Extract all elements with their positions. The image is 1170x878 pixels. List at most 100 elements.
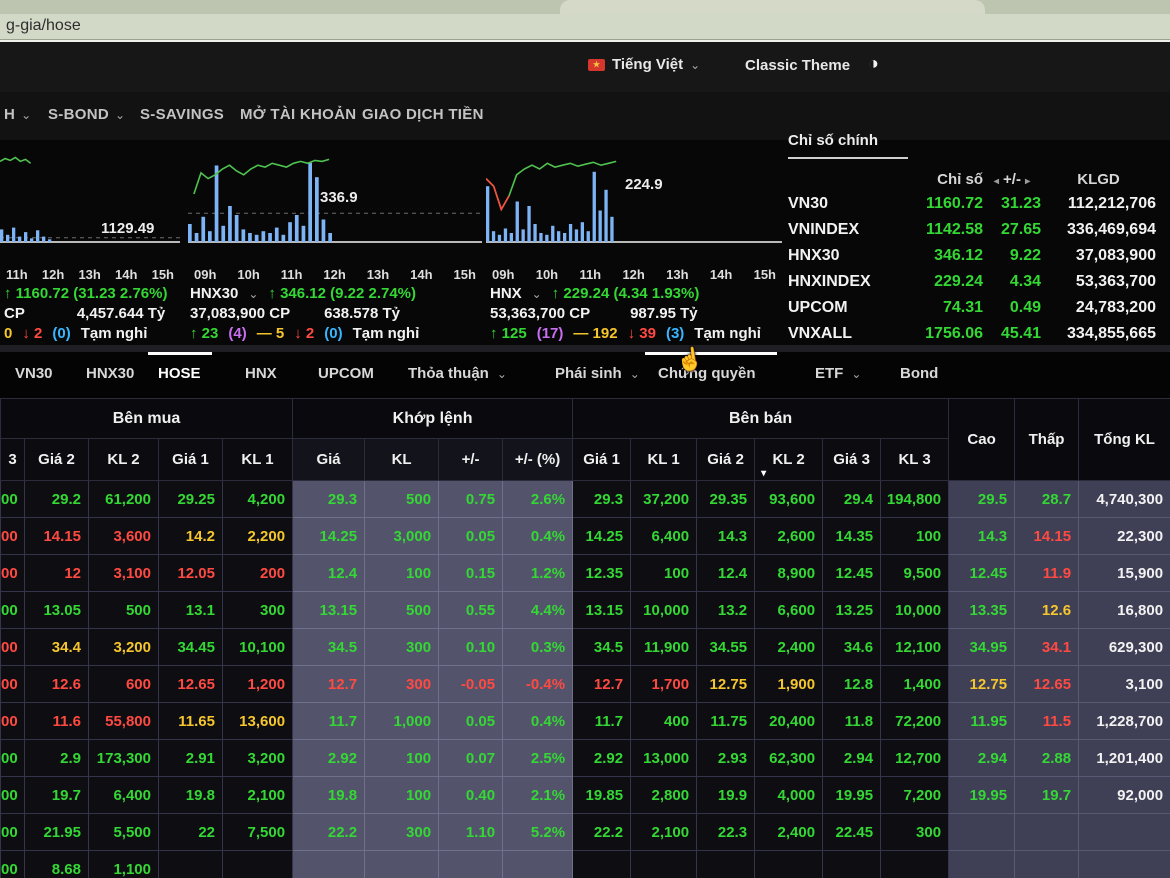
board-cell[interactable]: 2,400	[755, 814, 823, 851]
board-cell[interactable]: 14.3	[949, 518, 1015, 555]
board-cell[interactable]: 0.3%	[503, 629, 573, 666]
board-cell[interactable]: 629,300	[1079, 629, 1170, 666]
board-cell[interactable]: 0.15	[439, 555, 503, 592]
board-cell[interactable]: 12,100	[881, 629, 949, 666]
board-cell[interactable]: 14.3	[697, 518, 755, 555]
board-cell[interactable]	[755, 851, 823, 878]
tab-phái-sinh[interactable]: Phái sinh⌄	[555, 365, 640, 382]
board-cell[interactable]: 1,900	[755, 666, 823, 703]
board-cell[interactable]: 14.2	[159, 518, 223, 555]
board-cell[interactable]: 12.6	[25, 666, 89, 703]
board-cell[interactable]: 37,200	[631, 481, 697, 518]
board-cell[interactable]: 12.45	[949, 555, 1015, 592]
board-cell[interactable]: 3,200	[223, 740, 293, 777]
col-header-1[interactable]: Giá 2	[25, 439, 89, 481]
board-cell[interactable]: 16,800	[1079, 592, 1170, 629]
board-cell[interactable]: 22	[159, 814, 223, 851]
board-cell[interactable]: 34.45	[159, 629, 223, 666]
table-row[interactable]: 0013.0550013.130013.155000.554.4%13.1510…	[1, 592, 1170, 629]
board-cell[interactable]: 2.5%	[503, 740, 573, 777]
board-cell[interactable]: 2,200	[223, 518, 293, 555]
board-cell[interactable]: 22.2	[293, 814, 365, 851]
index-row-vn30[interactable]: VN301160.7231.23112,212,7064	[788, 191, 1170, 217]
index-row-hnxindex[interactable]: HNXINDEX229.244.3453,363,700	[788, 269, 1170, 295]
board-cell[interactable]: 2.92	[573, 740, 631, 777]
board-cell[interactable]: 500	[365, 592, 439, 629]
tab-vn30[interactable]: VN30	[15, 365, 53, 382]
board-cell[interactable]: 19.95	[949, 777, 1015, 814]
board-cell[interactable]: 200	[223, 555, 293, 592]
board-cell[interactable]: 400	[631, 703, 697, 740]
board-cell[interactable]: 10,100	[223, 629, 293, 666]
board-cell[interactable]: 7,500	[223, 814, 293, 851]
board-cell[interactable]: 28.7	[1015, 481, 1079, 518]
board-cell[interactable]: 0.07	[439, 740, 503, 777]
table-row[interactable]: 0029.261,20029.254,20029.35000.752.6%29.…	[1, 481, 1170, 518]
board-cell[interactable]: 12.65	[1015, 666, 1079, 703]
board-cell[interactable]: 10,000	[881, 592, 949, 629]
board-cell[interactable]: 4.4%	[503, 592, 573, 629]
board-cell[interactable]	[159, 851, 223, 878]
board-cell[interactable]: 12.75	[949, 666, 1015, 703]
board-cell[interactable]: 00	[1, 592, 25, 629]
board-cell[interactable]: 00	[1, 740, 25, 777]
board-cell[interactable]: 72,200	[881, 703, 949, 740]
board-cell[interactable]	[1079, 814, 1170, 851]
tab-chứng-quyền[interactable]: Chứng quyền	[658, 365, 756, 382]
board-cell[interactable]: 00	[1, 814, 25, 851]
board-cell[interactable]	[1079, 851, 1170, 878]
board-cell[interactable]: 2.6%	[503, 481, 573, 518]
board-cell[interactable]	[503, 851, 573, 878]
board-cell[interactable]: 34.4	[25, 629, 89, 666]
nav-item-0[interactable]: H⌄	[4, 106, 32, 123]
board-cell[interactable]: 2.1%	[503, 777, 573, 814]
board-cell[interactable]: 62,300	[755, 740, 823, 777]
board-cell[interactable]: 12.6	[1015, 592, 1079, 629]
board-cell[interactable]: 11.65	[159, 703, 223, 740]
board-cell[interactable]: 100	[365, 777, 439, 814]
board-cell[interactable]: 2,400	[755, 629, 823, 666]
col-header-6[interactable]: KL	[365, 439, 439, 481]
board-cell[interactable]: 3,100	[89, 555, 159, 592]
board-cell[interactable]: 11.7	[573, 703, 631, 740]
board-cell[interactable]: 21.95	[25, 814, 89, 851]
board-cell[interactable]: 0.05	[439, 518, 503, 555]
board-cell[interactable]: 12.4	[293, 555, 365, 592]
board-cell[interactable]: 2.9	[25, 740, 89, 777]
board-cell[interactable]: 11.5	[1015, 703, 1079, 740]
board-cell[interactable]: 100	[365, 740, 439, 777]
board-cell[interactable]: 61,200	[89, 481, 159, 518]
summary-index-selector[interactable]: HNX30⌄	[190, 285, 258, 302]
index-row-upcom[interactable]: UPCOM74.310.4924,783,200	[788, 295, 1170, 321]
board-cell[interactable]: 00	[1, 703, 25, 740]
board-cell[interactable]: 22.3	[697, 814, 755, 851]
board-cell[interactable]	[439, 851, 503, 878]
board-cell[interactable]: 0.4%	[503, 518, 573, 555]
url-bar[interactable]: g-gia/hose	[0, 14, 1170, 40]
board-cell[interactable]: 19.85	[573, 777, 631, 814]
board-cell[interactable]: 1,000	[365, 703, 439, 740]
board-cell[interactable]: 1,400	[881, 666, 949, 703]
board-cell[interactable]	[949, 814, 1015, 851]
board-cell[interactable]: 1,100	[89, 851, 159, 878]
board-cell[interactable]: 13.25	[823, 592, 881, 629]
board-cell[interactable]	[365, 851, 439, 878]
board-cell[interactable]: 10,000	[631, 592, 697, 629]
col-total-volume-label[interactable]: Tổng KL	[1079, 399, 1170, 481]
board-cell[interactable]: 13,000	[631, 740, 697, 777]
board-cell[interactable]: 34.55	[697, 629, 755, 666]
table-row[interactable]: 0019.76,40019.82,10019.81000.402.1%19.85…	[1, 777, 1170, 814]
board-cell[interactable]: 1,700	[631, 666, 697, 703]
nav-item-3[interactable]: MỞ TÀI KHOẢN	[240, 106, 356, 123]
board-cell[interactable]: 19.7	[1015, 777, 1079, 814]
board-cell[interactable]: 34.95	[949, 629, 1015, 666]
board-cell[interactable]: 194,800	[881, 481, 949, 518]
board-cell[interactable]: 3,100	[1079, 666, 1170, 703]
board-cell[interactable]: 19.7	[25, 777, 89, 814]
table-row[interactable]: 0021.955,500227,50022.23001.105.2%22.22,…	[1, 814, 1170, 851]
board-cell[interactable]: 1,228,700	[1079, 703, 1170, 740]
board-cell[interactable]: 5,500	[89, 814, 159, 851]
board-cell[interactable]: 0.55	[439, 592, 503, 629]
board-cell[interactable]	[697, 851, 755, 878]
board-cell[interactable]: 00	[1, 481, 25, 518]
